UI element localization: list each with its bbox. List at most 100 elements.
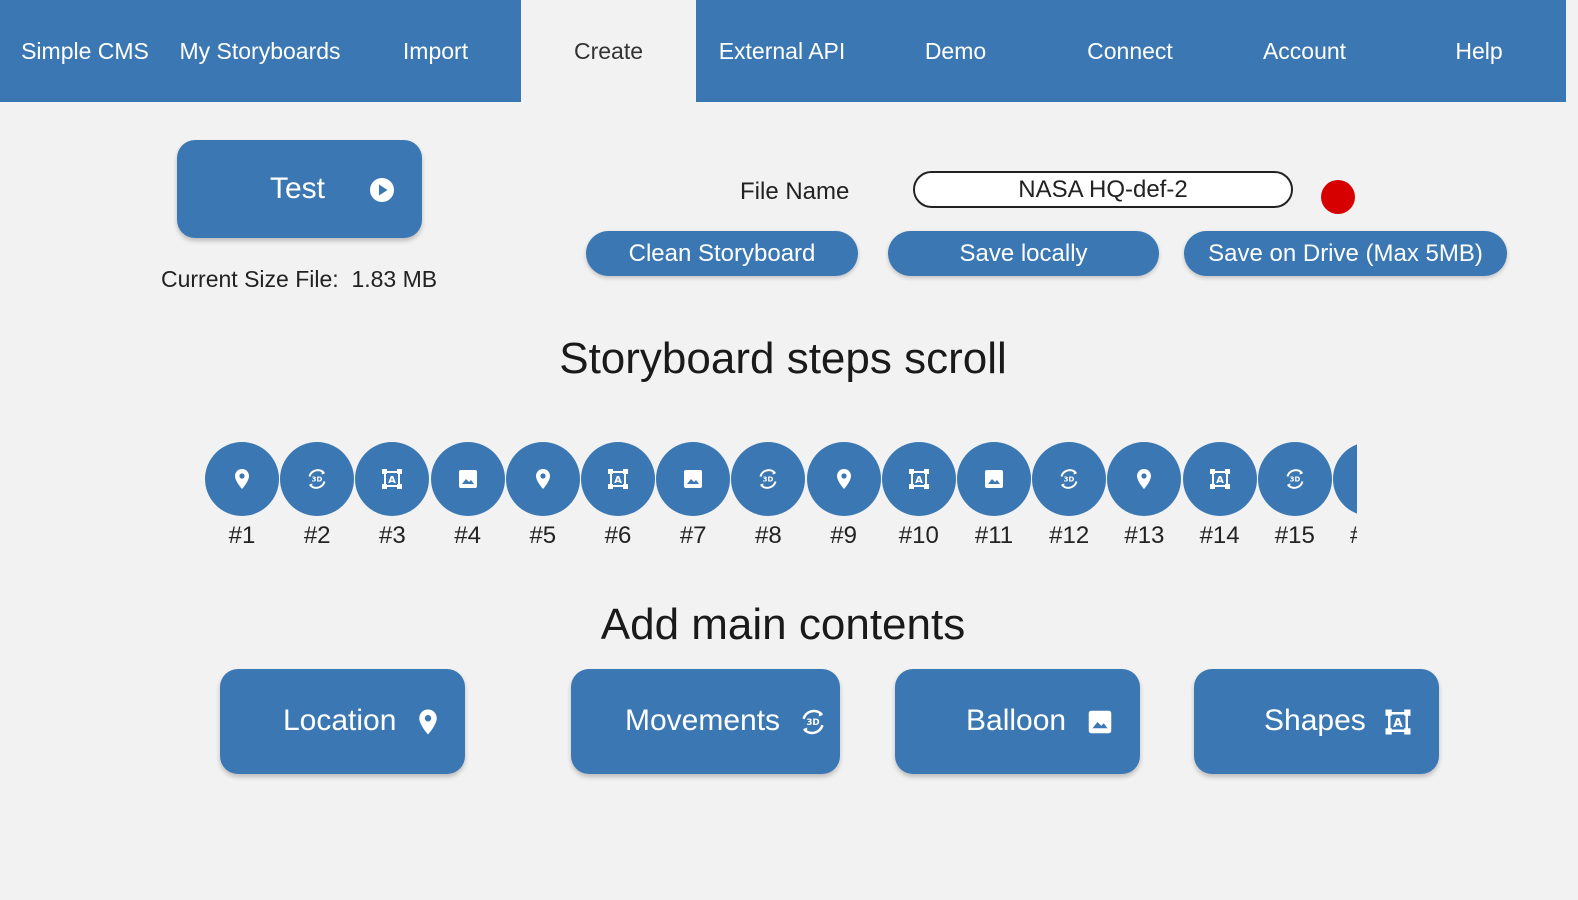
movement-3d-icon: 3D (798, 707, 828, 737)
svg-text:A: A (1393, 715, 1403, 730)
storyboard-step[interactable]: A #3 (355, 442, 430, 552)
storyboard-step[interactable]: #5 (505, 442, 580, 552)
nav-import[interactable]: Import (350, 0, 521, 102)
step-number: #5 (529, 522, 557, 549)
balloon-image-icon (1085, 707, 1115, 737)
add-balloon-button[interactable]: Balloon (895, 669, 1140, 774)
storyboard-step[interactable]: A #6 (581, 442, 655, 552)
storyboard-step[interactable]: A #14 (1182, 442, 1257, 552)
movement-3d-icon: 3D (1057, 467, 1081, 491)
save-on-drive-button[interactable]: Save on Drive (Max 5MB) (1184, 231, 1507, 276)
step-circle: 3D (731, 442, 806, 516)
location-pin-icon (832, 467, 856, 491)
svg-text:3D: 3D (806, 718, 819, 728)
storyboard-step[interactable]: #16 (1333, 442, 1357, 552)
storyboard-step[interactable]: 3D #2 (280, 442, 355, 552)
location-pin-icon (1132, 467, 1156, 491)
location-pin-icon (413, 707, 443, 737)
step-number: #14 (1199, 522, 1240, 549)
play-circle-icon (369, 177, 395, 203)
storyboard-step[interactable]: A #10 (881, 442, 956, 552)
svg-text:A: A (389, 475, 397, 486)
step-circle: A (581, 442, 655, 516)
top-nav: Simple CMS My Storyboards Import Create … (0, 0, 1566, 102)
current-size-label: Current Size File: (161, 266, 339, 292)
clean-storyboard-button[interactable]: Clean Storyboard (586, 231, 858, 276)
nav-my-storyboards[interactable]: My Storyboards (170, 0, 350, 102)
add-movements-label: Movements (625, 704, 781, 737)
nav-simple-cms[interactable]: Simple CMS (0, 0, 170, 102)
nav-demo[interactable]: Demo (868, 0, 1043, 102)
step-number: #16 (1333, 522, 1357, 550)
step-number: #8 (755, 522, 782, 549)
test-button-label: Test (270, 172, 326, 205)
current-size-value: 1.83 MB (351, 266, 438, 292)
balloon-image-icon (456, 467, 480, 491)
svg-text:A: A (614, 475, 622, 486)
step-circle (656, 442, 731, 516)
nav-account[interactable]: Account (1217, 0, 1392, 102)
svg-text:A: A (1216, 475, 1224, 486)
step-circle (806, 442, 881, 516)
step-circle: 3D (1032, 442, 1107, 516)
step-circle (957, 442, 1031, 516)
storyboard-step[interactable]: #7 (656, 442, 731, 552)
step-circle: A (881, 442, 956, 516)
shapes-icon: A (907, 467, 931, 491)
step-number: #2 (303, 522, 331, 549)
add-location-button[interactable]: Location (220, 669, 465, 774)
add-movements-button[interactable]: Movements 3D (571, 669, 840, 774)
step-number: #13 (1124, 522, 1165, 549)
step-number: #6 (604, 522, 632, 549)
nav-create[interactable]: Create (521, 0, 696, 102)
movement-3d-icon: 3D (756, 467, 780, 491)
balloon-image-icon (982, 467, 1006, 491)
svg-text:3D: 3D (312, 476, 323, 484)
storyboard-step[interactable]: #4 (430, 442, 505, 552)
step-circle (430, 442, 505, 516)
steps-heading: Storyboard steps scroll (559, 334, 1007, 383)
add-shapes-label: Shapes (1264, 704, 1366, 737)
svg-text:3D: 3D (1064, 476, 1075, 484)
nav-help[interactable]: Help (1392, 0, 1566, 102)
status-indicator (1321, 180, 1355, 214)
storyboard-step[interactable]: #1 (205, 442, 279, 552)
shapes-icon: A (380, 467, 404, 491)
step-circle: 3D (280, 442, 355, 516)
nav-connect[interactable]: Connect (1043, 0, 1217, 102)
add-shapes-button[interactable]: Shapes A (1194, 669, 1439, 774)
svg-text:3D: 3D (1289, 476, 1300, 484)
step-number: #3 (379, 522, 406, 549)
step-circle: A (1182, 442, 1257, 516)
step-circle (505, 442, 580, 516)
step-circle (1333, 442, 1357, 516)
step-number: #12 (1049, 522, 1090, 549)
step-number: #10 (898, 522, 939, 549)
current-size-row: Current Size File: 1.83 MB (161, 266, 437, 293)
file-name-label: File Name (740, 178, 850, 205)
step-circle: 3D (1257, 442, 1332, 516)
shapes-icon: A (606, 467, 630, 491)
create-page: Simple CMS My Storyboards Import Create … (0, 0, 1578, 900)
storyboard-step[interactable]: 3D #8 (731, 442, 806, 552)
movement-3d-icon: 3D (1283, 467, 1307, 491)
storyboard-steps-scroller[interactable]: #1 3D #2 A #3 #4 #5 A #6 #7 3D #8 #9 A #10 #11 3D #12 #13 A… (205, 442, 1357, 562)
svg-text:A: A (915, 475, 923, 486)
shapes-icon: A (1208, 467, 1232, 491)
add-contents-heading: Add main contents (600, 600, 966, 649)
location-pin-icon (230, 467, 254, 491)
step-number: #1 (228, 522, 256, 549)
nav-external-api[interactable]: External API (696, 0, 868, 102)
storyboard-step[interactable]: #9 (806, 442, 881, 552)
storyboard-step[interactable]: #13 (1107, 442, 1182, 552)
storyboard-step[interactable]: #11 (957, 442, 1031, 552)
step-number: #11 (974, 522, 1014, 549)
storyboard-step[interactable]: 3D #15 (1257, 442, 1332, 552)
step-number: #7 (679, 522, 707, 549)
test-button[interactable]: Test (177, 140, 422, 238)
save-locally-button[interactable]: Save locally (888, 231, 1159, 276)
step-circle (1107, 442, 1182, 516)
step-number: #15 (1274, 522, 1315, 549)
file-name-input[interactable] (913, 171, 1293, 208)
storyboard-step[interactable]: 3D #12 (1032, 442, 1107, 552)
